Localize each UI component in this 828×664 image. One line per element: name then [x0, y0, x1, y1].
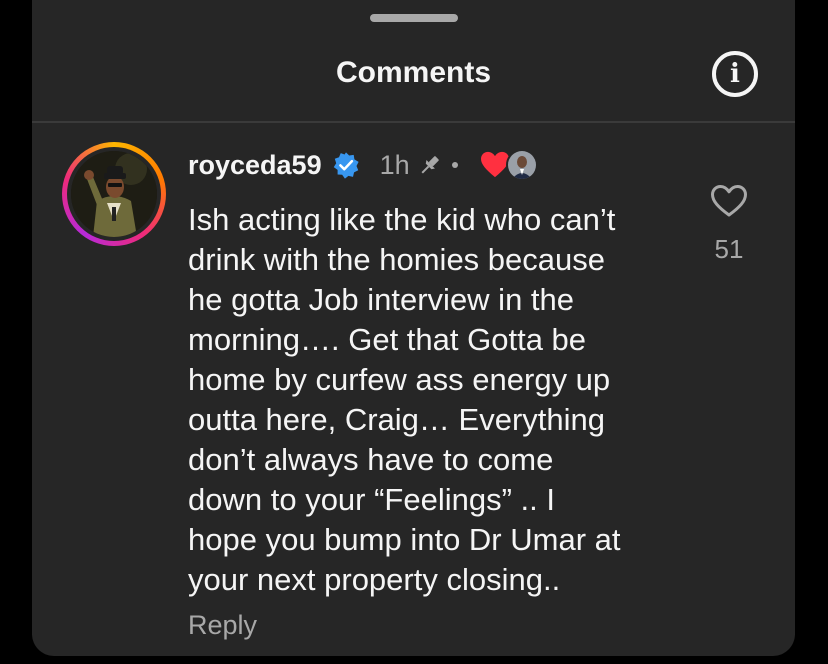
verified-badge-icon: [333, 152, 359, 179]
pin-icon: [421, 156, 439, 174]
like-count: 51: [714, 234, 744, 264]
comment-header: royceda59 1h: [188, 146, 538, 184]
comment-text-line: Ish acting like the kid who can’t: [188, 202, 616, 237]
comment-text-line: down to your “Feelings” .. I: [188, 482, 555, 517]
comment-text-line: morning…. Get that Gotta be: [188, 322, 587, 357]
header-divider: [32, 121, 795, 123]
drag-handle[interactable]: [370, 14, 458, 22]
comment-text-line: he gotta Job interview in the: [188, 282, 575, 317]
comment-text-line: hope you bump into Dr Umar at: [188, 522, 621, 557]
comment-text-line: home by curfew ass energy up: [188, 362, 611, 397]
comment-text-line: don’t always have to come: [188, 442, 554, 477]
comment-username[interactable]: royceda59: [188, 150, 322, 181]
info-icon: i: [730, 59, 740, 89]
reply-button[interactable]: Reply: [188, 610, 257, 641]
comment-timestamp: 1h: [379, 149, 410, 180]
avatar: [71, 151, 157, 237]
comment-text-line: drink with the homies because: [188, 242, 606, 277]
avatar-story-ring[interactable]: [62, 142, 166, 246]
comments-sheet: Comments i royceda59 1h Ish acting like …: [32, 0, 795, 656]
heart-outline-icon[interactable]: [710, 184, 748, 218]
info-button[interactable]: i: [712, 51, 758, 97]
avatar-photo: [71, 151, 157, 237]
comment-text-line: outta here, Craig… Everything: [188, 402, 605, 437]
sheet-title: Comments: [335, 56, 492, 89]
creator-avatar: [505, 149, 538, 181]
comment-text: Ish acting like the kid who can’t drink …: [188, 200, 688, 600]
separator-dot: [451, 162, 458, 168]
comment-text-line: your next property closing..: [188, 562, 561, 597]
